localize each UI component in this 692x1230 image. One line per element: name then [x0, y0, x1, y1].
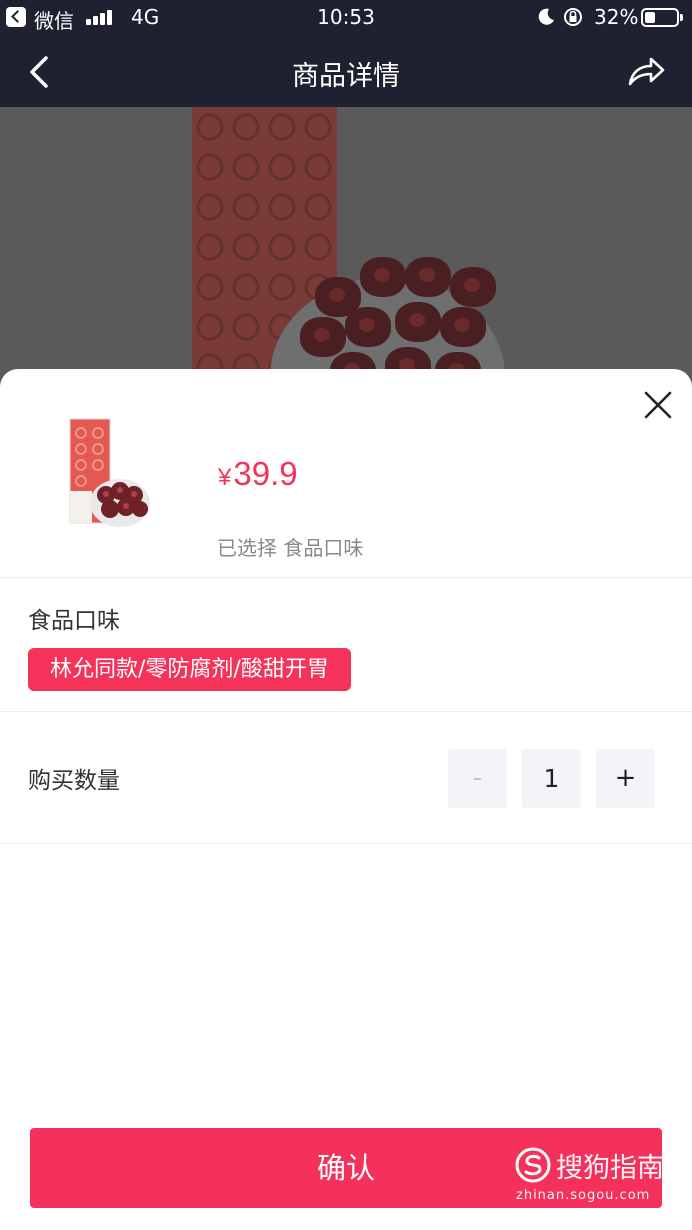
quantity-increment-button[interactable]: + — [596, 749, 655, 808]
moon-icon — [538, 8, 554, 25]
divider — [0, 711, 692, 712]
battery-icon — [641, 8, 683, 27]
rotation-lock-icon — [564, 8, 582, 26]
quantity-value[interactable]: 1 — [522, 749, 581, 808]
product-thumbnail — [69, 418, 150, 527]
quantity-label: 购买数量 — [28, 768, 120, 794]
watermark-name: 搜狗指南 — [556, 1153, 664, 1184]
nav-bar: 商品详情 — [0, 36, 692, 107]
quantity-decrement-button[interactable]: - — [448, 749, 507, 808]
currency-symbol: ¥ — [218, 464, 232, 491]
status-bar: 微信 4G 10:53 32% — [0, 0, 692, 36]
sku-sheet: ¥39.9 已选择 食品口味 食品口味 林允同款/零防腐剂/酸甜开胃 购买数量 … — [0, 369, 692, 1230]
divider — [0, 843, 692, 844]
clock: 10:53 — [317, 5, 375, 29]
selected-summary: 已选择 食品口味 — [217, 536, 364, 560]
flavor-label: 食品口味 — [28, 608, 120, 634]
price-value: 39.9 — [233, 455, 298, 492]
product-image — [0, 107, 692, 407]
product-price: ¥39.9 — [218, 455, 298, 493]
close-icon[interactable] — [638, 385, 678, 425]
battery-percent: 32% — [594, 5, 639, 29]
divider — [0, 577, 692, 578]
watermark-url: zhinan.sogou.com — [516, 1188, 651, 1203]
flavor-option-selected[interactable]: 林允同款/零防腐剂/酸甜开胃 — [28, 648, 351, 691]
page-title: 商品详情 — [292, 61, 400, 92]
sogou-logo-icon — [515, 1147, 551, 1183]
share-icon[interactable] — [624, 50, 668, 94]
